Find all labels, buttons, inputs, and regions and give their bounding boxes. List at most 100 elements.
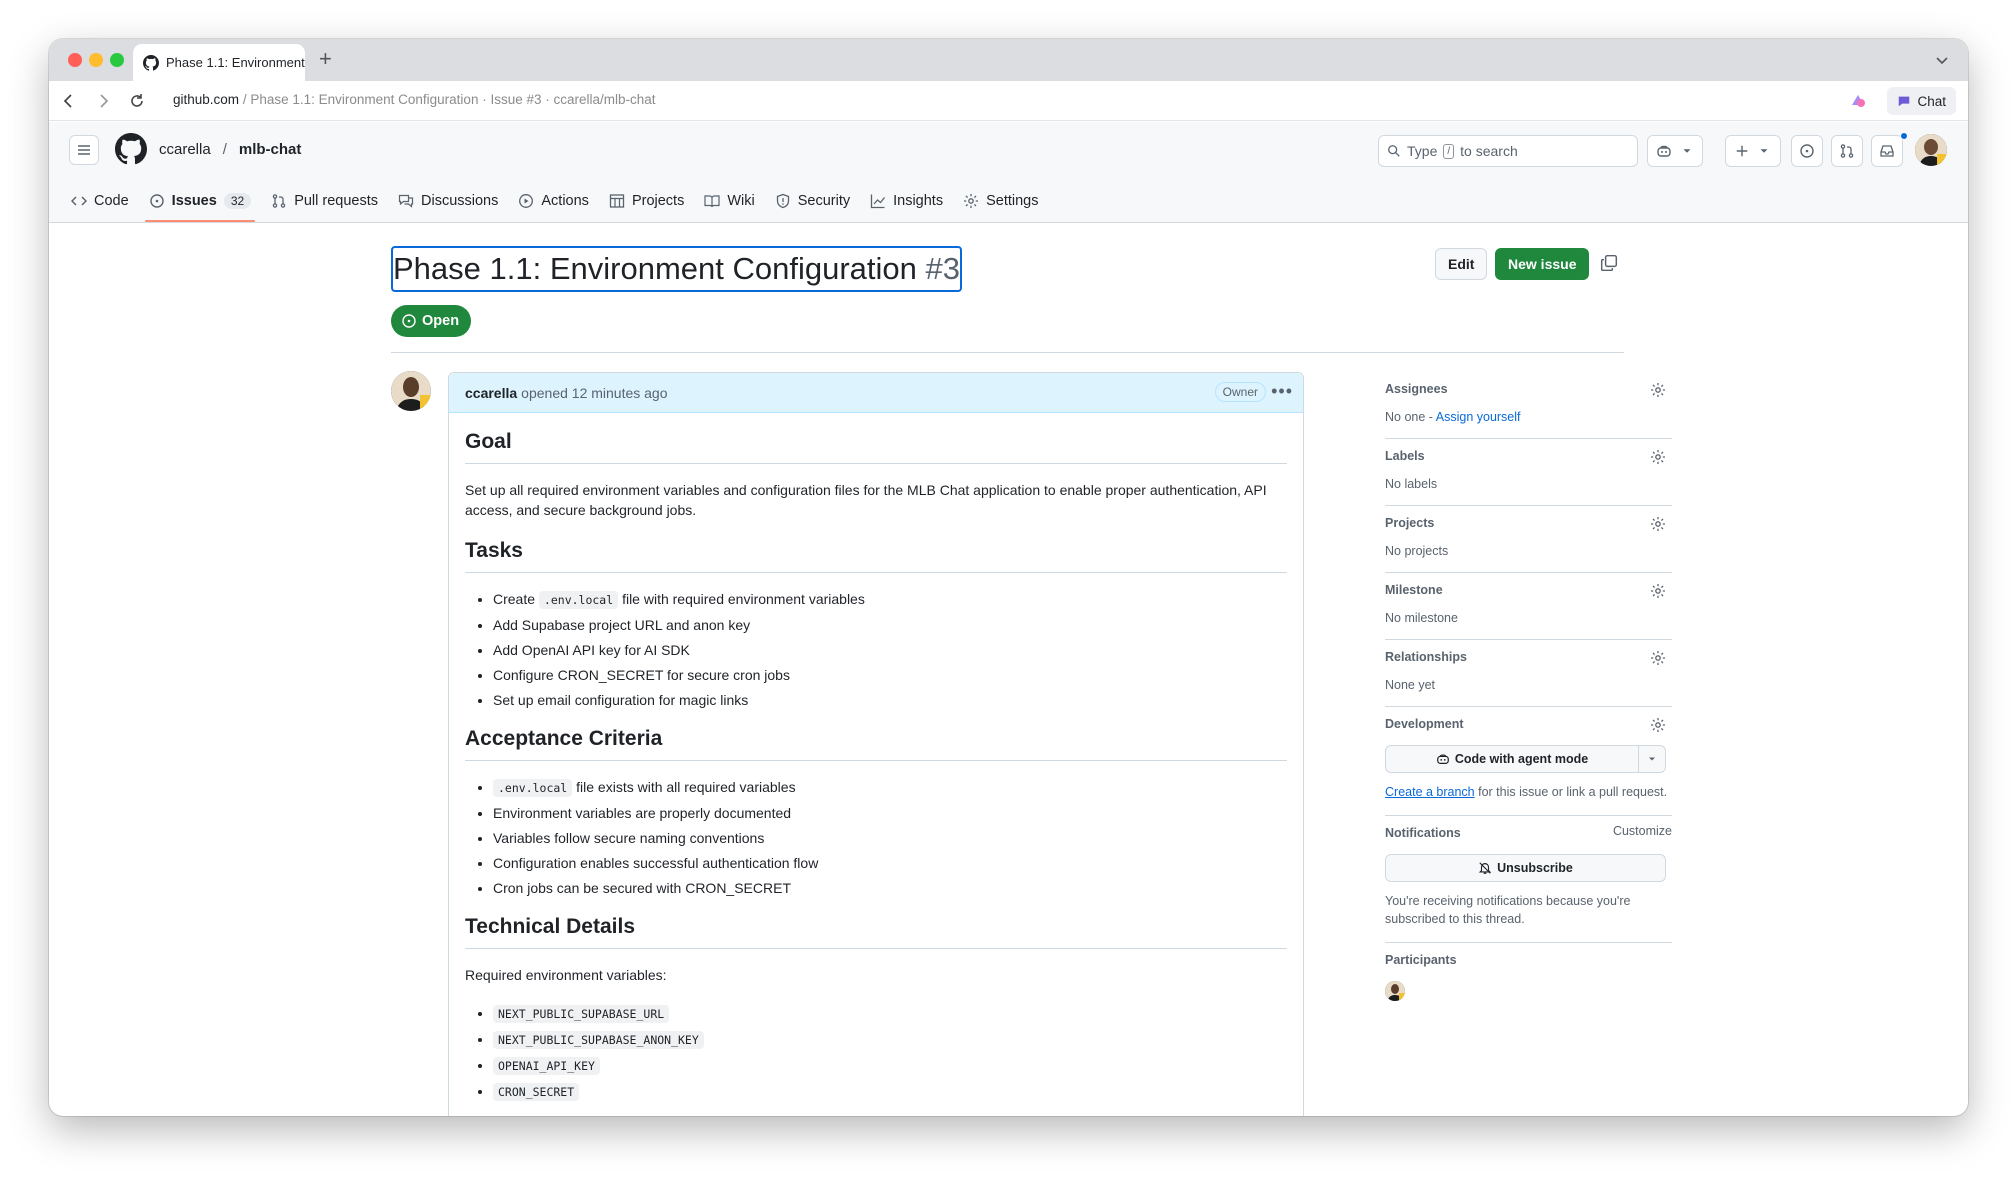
- comment-meta[interactable]: opened 12 minutes ago: [521, 385, 667, 401]
- inline-code: NEXT_PUBLIC_SUPABASE_URL: [493, 1005, 670, 1023]
- repo-name-link[interactable]: mlb-chat: [239, 141, 302, 158]
- agent-mode-main[interactable]: Code with agent mode: [1386, 746, 1639, 772]
- relationships-title[interactable]: Relationships: [1385, 648, 1672, 666]
- list-item: Configure CRON_SECRET for secure cron jo…: [493, 665, 1287, 685]
- gear-icon[interactable]: [1650, 717, 1666, 733]
- github-logo-icon[interactable]: [115, 133, 147, 165]
- tab-projects[interactable]: Projects: [599, 180, 694, 222]
- new-issue-button[interactable]: New issue: [1495, 248, 1590, 280]
- assign-yourself-link[interactable]: Assign yourself: [1436, 410, 1521, 424]
- criteria-heading: Acceptance Criteria: [465, 726, 1287, 761]
- criteria-text: file exists with all required variables: [576, 779, 796, 795]
- goal-text: Set up all required environment variable…: [465, 482, 1267, 518]
- tab-discussions-label: Discussions: [421, 193, 499, 209]
- url-field[interactable]: github.com / Phase 1.1: Environment Conf…: [173, 92, 656, 107]
- projects-value: No projects: [1385, 544, 1449, 558]
- tab-insights[interactable]: Insights: [860, 180, 953, 222]
- tab-issues[interactable]: Issues 32: [139, 180, 262, 222]
- gear-icon[interactable]: [1650, 516, 1666, 532]
- agent-mode-button[interactable]: Code with agent mode: [1385, 745, 1666, 773]
- back-icon[interactable]: [59, 91, 79, 111]
- kebab-menu-icon[interactable]: •••: [1271, 382, 1293, 400]
- inbox-button[interactable]: [1871, 135, 1903, 167]
- pull-requests-shortcut-button[interactable]: [1831, 135, 1863, 167]
- gear-icon[interactable]: [1650, 583, 1666, 599]
- tab-wiki[interactable]: Wiki: [694, 180, 764, 222]
- minimize-window-button[interactable]: [89, 53, 103, 67]
- projects-title[interactable]: Projects: [1385, 514, 1672, 532]
- reload-icon[interactable]: [127, 91, 147, 111]
- participants-title: Participants: [1385, 953, 1457, 967]
- inline-code: NEXT_PUBLIC_SUPABASE_ANON_KEY: [493, 1031, 704, 1049]
- copy-link-icon[interactable]: [1600, 254, 1618, 272]
- assignees-title[interactable]: Assignees: [1385, 380, 1672, 398]
- comment-author[interactable]: ccarella: [465, 385, 517, 401]
- tab-security[interactable]: Security: [765, 180, 860, 222]
- chat-button-label: Chat: [1917, 93, 1946, 109]
- chat-button[interactable]: Chat: [1887, 87, 1956, 115]
- gear-icon[interactable]: [1650, 449, 1666, 465]
- tasks-list: Create .env.local file with required env…: [465, 589, 1287, 710]
- create-branch-link[interactable]: Create a branch: [1385, 785, 1475, 799]
- discussion-icon: [398, 194, 414, 208]
- hamburger-menu-button[interactable]: [69, 135, 99, 165]
- new-tab-icon[interactable]: +: [319, 47, 332, 71]
- participant-avatar[interactable]: [1385, 981, 1405, 1001]
- chevron-down-icon: [1683, 149, 1691, 153]
- issue-title[interactable]: Phase 1.1: Environment Configuration #3: [391, 246, 962, 292]
- issue-state-label: Open: [422, 313, 460, 329]
- pull-request-icon: [272, 194, 286, 208]
- edit-title-button[interactable]: Edit: [1435, 248, 1488, 280]
- labels-value: No labels: [1385, 477, 1438, 491]
- gear-icon[interactable]: [1650, 382, 1666, 398]
- unsubscribe-button[interactable]: Unsubscribe: [1385, 854, 1666, 882]
- list-item: Add OpenAI API key for AI SDK: [493, 640, 1287, 660]
- create-new-button[interactable]: [1725, 135, 1781, 167]
- assignees-value: No one - Assign yourself: [1385, 410, 1672, 424]
- forward-icon[interactable]: [93, 91, 113, 111]
- maximize-window-button[interactable]: [110, 53, 124, 67]
- user-avatar[interactable]: [1915, 134, 1947, 166]
- task-text: Create: [493, 591, 536, 607]
- browser-tab[interactable]: Phase 1.1: Environment: [133, 44, 305, 81]
- labels-title[interactable]: Labels: [1385, 447, 1672, 465]
- repo-navigation: Code Issues 32 Pull requests Discussions…: [61, 180, 1049, 222]
- tab-pull-requests-label: Pull requests: [294, 193, 379, 209]
- tab-pull-requests[interactable]: Pull requests: [261, 180, 388, 222]
- milestone-title[interactable]: Milestone: [1385, 581, 1672, 599]
- milestone-section: Milestone No milestone: [1385, 573, 1672, 640]
- notifications-note: You're receiving notifications because y…: [1385, 894, 1631, 926]
- close-window-button[interactable]: [68, 53, 82, 67]
- list-item: Add Supabase project URL and anon key: [493, 615, 1287, 635]
- tab-security-label: Security: [797, 193, 851, 209]
- development-title[interactable]: Development: [1385, 715, 1672, 733]
- list-item: Create .env.local file with required env…: [493, 589, 1287, 610]
- search-input[interactable]: Type / to search: [1378, 135, 1638, 167]
- customize-link[interactable]: Customize: [1613, 824, 1672, 838]
- repo-owner-link[interactable]: ccarella: [159, 141, 211, 158]
- agent-mode-dropdown[interactable]: [1639, 753, 1665, 765]
- tab-actions[interactable]: Actions: [508, 180, 599, 222]
- list-item: NEXT_PUBLIC_SUPABASE_ANON_KEY: [493, 1029, 1287, 1050]
- copilot-button[interactable]: [1647, 135, 1703, 167]
- extension-icon[interactable]: [1848, 91, 1868, 111]
- milestone-value: No milestone: [1385, 611, 1458, 625]
- inline-code: CRON_SECRET: [493, 1083, 580, 1101]
- gear-icon[interactable]: [1650, 650, 1666, 666]
- tab-discussions[interactable]: Discussions: [388, 180, 508, 222]
- tab-settings[interactable]: Settings: [953, 180, 1048, 222]
- assignees-none: No one -: [1385, 410, 1433, 424]
- list-item: Environment variables are properly docum…: [493, 803, 1287, 823]
- author-avatar[interactable]: [391, 371, 431, 411]
- owner-badge: Owner: [1214, 382, 1266, 402]
- chevron-down-icon[interactable]: [1934, 52, 1950, 68]
- tab-code[interactable]: Code: [61, 180, 139, 222]
- issues-shortcut-button[interactable]: [1791, 135, 1823, 167]
- list-item: Cron jobs can be secured with CRON_SECRE…: [493, 878, 1287, 898]
- comment-body: Goal Set up all required environment var…: [449, 413, 1303, 1102]
- list-item: Set up email configuration for magic lin…: [493, 690, 1287, 710]
- issue-sidebar: Assignees No one - Assign yourself Label…: [1385, 372, 1672, 1015]
- tab-insights-label: Insights: [893, 193, 944, 209]
- browser-tab-title: Phase 1.1: Environment: [166, 55, 305, 70]
- inbox-icon: [1880, 145, 1894, 157]
